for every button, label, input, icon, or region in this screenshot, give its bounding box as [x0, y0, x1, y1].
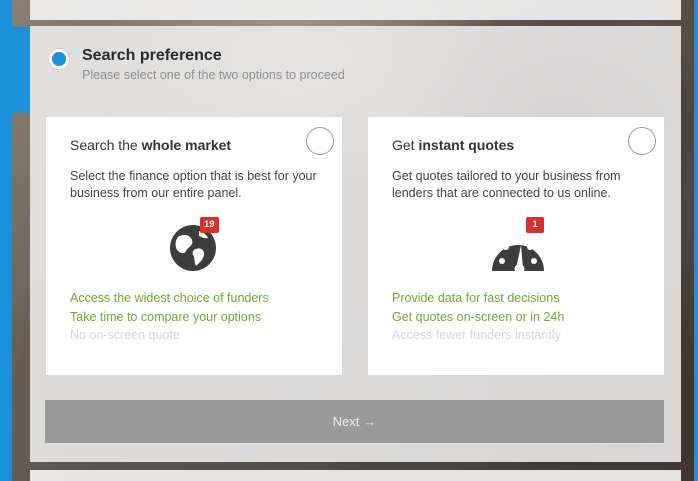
option-title: Search the whole market: [70, 137, 231, 153]
globe-icon: 19: [168, 217, 232, 273]
arrow-right-icon: →: [363, 414, 377, 429]
next-button-label: Next: [332, 414, 360, 429]
option-description: Select the finance option that is best f…: [70, 169, 317, 200]
option-benefits: Provide data for fast decisions Get quot…: [392, 289, 564, 345]
option-benefits: Access the widest choice of funders Take…: [70, 289, 269, 345]
next-panel-edge: [30, 470, 681, 481]
benefit-positive: Get quotes on-screen or in 24h: [392, 309, 565, 324]
benefit-positive: Access the widest choice of funders: [70, 291, 269, 305]
count-badge: 19: [200, 217, 219, 233]
previous-panel-edge: [30, 0, 681, 20]
option-card-whole-market[interactable]: Search the whole market Select the finan…: [46, 117, 342, 375]
option-title-bold: instant quotes: [418, 137, 515, 153]
option-title-prefix: Search the: [70, 137, 142, 153]
next-button[interactable]: Next →: [45, 400, 664, 443]
left-accent-tab: [0, 27, 30, 113]
panel-title: Search preference: [82, 47, 222, 64]
option-title-bold: whole market: [141, 137, 232, 153]
right-accent-bar: [694, 0, 698, 481]
option-title-prefix: Get: [392, 137, 419, 153]
option-title: Get instant quotes: [392, 137, 514, 153]
option-radio-whole-market[interactable]: [306, 127, 334, 155]
option-radio-instant-quotes[interactable]: [628, 127, 656, 155]
panel-subtitle: Please select one of the two options to …: [82, 68, 345, 82]
step-selected-radio: [48, 48, 70, 70]
speedometer-icon: 1: [490, 217, 554, 274]
count-badge: 1: [526, 217, 544, 233]
benefit-positive: Provide data for fast decisions: [392, 291, 560, 305]
benefit-negative: No on-screen quote: [70, 328, 180, 342]
option-card-instant-quotes[interactable]: Get instant quotes Get quotes tailored t…: [368, 117, 664, 375]
benefit-positive: Take time to compare your options: [70, 309, 262, 324]
search-preference-panel: Search preference Please select one of t…: [30, 26, 681, 462]
benefit-negative: Access fewer funders instantly: [392, 328, 561, 342]
option-description: Get quotes tailored to your business fro…: [392, 169, 621, 200]
